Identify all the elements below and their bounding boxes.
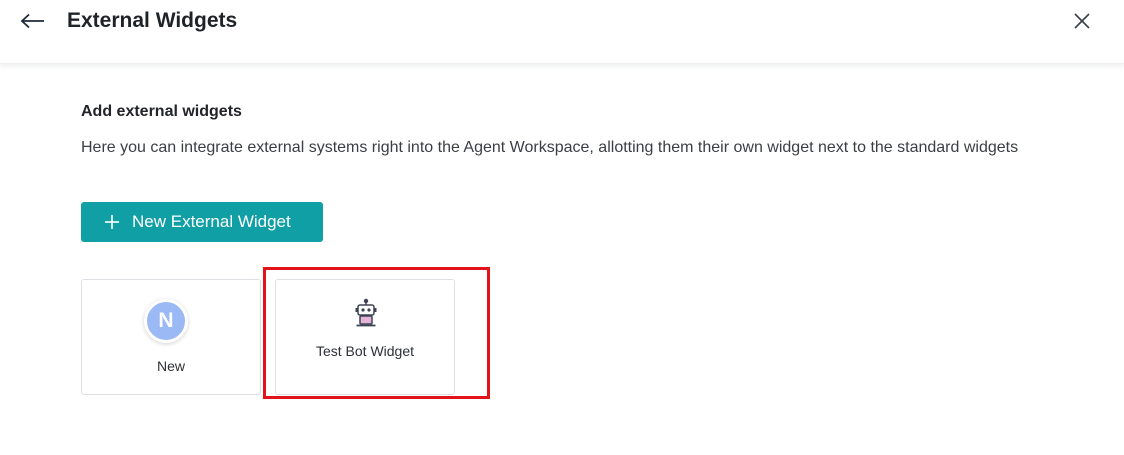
new-external-widget-label: New External Widget [132, 212, 291, 231]
widget-card-new[interactable]: N New [81, 279, 261, 395]
widget-card-label: Test Bot Widget [315, 343, 415, 359]
plus-icon [105, 215, 119, 229]
new-external-widget-button[interactable]: New External Widget [81, 202, 323, 242]
arrow-left-icon [20, 13, 44, 29]
close-icon [1074, 13, 1090, 29]
avatar: N [144, 299, 188, 343]
widget-card-test-bot[interactable]: Test Bot Widget [275, 279, 455, 395]
widget-card-label: New [156, 358, 185, 374]
section-title: Add external widgets [81, 103, 242, 120]
header: External Widgets [0, 0, 1124, 64]
robot-icon [355, 298, 377, 327]
page-title: External Widgets [67, 9, 238, 32]
back-button[interactable] [18, 8, 48, 34]
section-description: Here you can integrate external systems … [81, 139, 1019, 156]
close-button[interactable] [1070, 9, 1094, 33]
